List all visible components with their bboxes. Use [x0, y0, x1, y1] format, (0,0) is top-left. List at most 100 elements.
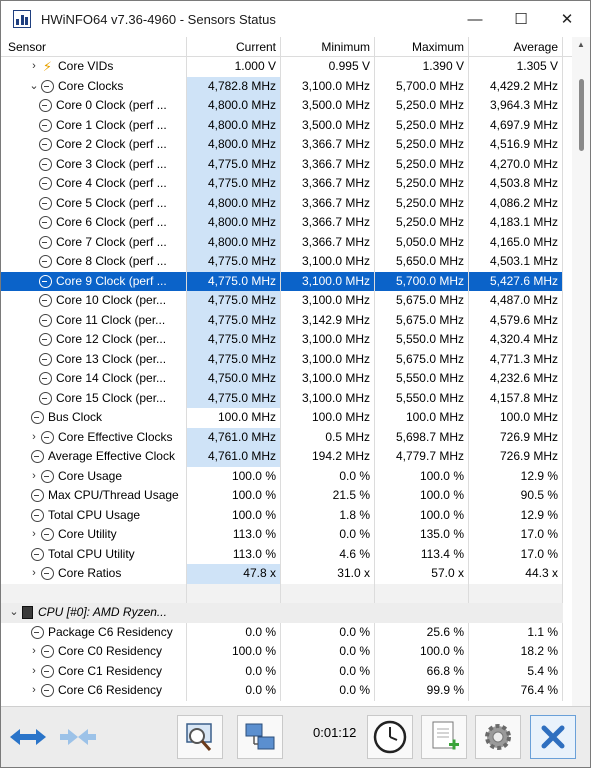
table-row[interactable]: Bus Clock 100.0 MHz 100.0 MHz 100.0 MHz 100.… — [1, 408, 572, 428]
table-row[interactable]: Core 15 Clock (per... 4,775.0 MHz 3,100.0 … — [1, 388, 572, 408]
scroll-up-icon[interactable]: ▲ — [572, 37, 590, 53]
maximum-value: 5,650.0 MHz — [375, 252, 469, 272]
table-row[interactable]: Total CPU Utility 113.0 % 4.6 % 113.4 % 17.0… — [1, 544, 572, 564]
table-row[interactable]: Average Effective Clock 4,761.0 MHz 194.2 … — [1, 447, 572, 467]
minimum-value: 3,100.0 MHz — [281, 349, 375, 369]
sensor-gauge-icon — [39, 313, 52, 327]
minimum-value: 0.995 V — [281, 57, 375, 77]
maximize-button[interactable]: ☐ — [498, 1, 544, 37]
sensor-gauge-icon — [39, 255, 52, 269]
sensor-gauge-icon — [31, 411, 44, 425]
vertical-scrollbar[interactable]: ▲ — [572, 37, 590, 706]
current-value: 100.0 % — [187, 486, 281, 506]
network-computers-icon — [245, 723, 275, 750]
table-row[interactable]: Core 1 Clock (perf ... 4,800.0 MHz 3,500.0… — [1, 115, 572, 135]
sensor-label: Package C6 Residency — [48, 624, 173, 639]
table-row[interactable]: › Core Ratios 47.8 x 31.0 x 57.0 x 44.3 x — [1, 564, 572, 584]
expand-chevron-icon[interactable]: › — [27, 467, 41, 487]
table-row[interactable]: › Core C0 Residency 100.0 % 0.0 % 100.0 % 18.… — [1, 642, 572, 662]
settings-button[interactable] — [475, 715, 521, 759]
sensor-label: Total CPU Usage — [48, 507, 141, 522]
minimum-value: 0.0 % — [281, 681, 375, 701]
header-minimum[interactable]: Minimum — [281, 37, 375, 57]
table-row[interactable]: › Core Utility 113.0 % 0.0 % 135.0 % 17.0 % — [1, 525, 572, 545]
add-log-button[interactable] — [421, 715, 467, 759]
table-row[interactable]: Core 4 Clock (perf ... 4,775.0 MHz 3,366.7… — [1, 174, 572, 194]
scroll-thumb[interactable] — [579, 79, 584, 151]
table-row[interactable]: Core 12 Clock (per... 4,775.0 MHz 3,100.0 … — [1, 330, 572, 350]
average-value: 4,697.9 MHz — [469, 115, 563, 135]
average-value: 12.9 % — [469, 466, 563, 486]
header-maximum[interactable]: Maximum — [375, 37, 469, 57]
current-value: 113.0 % — [187, 544, 281, 564]
sensor-name-cell: Core 9 Clock (perf ... — [1, 271, 187, 291]
maximum-value — [375, 603, 469, 623]
maximum-value: 5,675.0 MHz — [375, 349, 469, 369]
group-row[interactable]: ⌄ CPU [#0]: AMD Ryzen... — [1, 603, 572, 623]
expand-chevron-icon[interactable]: › — [27, 662, 41, 682]
table-row[interactable]: › Core Usage 100.0 % 0.0 % 100.0 % 12.9 % — [1, 466, 572, 487]
header-sensor[interactable]: Sensor — [1, 37, 187, 57]
close-window-button[interactable]: ✕ — [544, 1, 590, 37]
sensor-gauge-icon — [39, 196, 52, 210]
sensor-name-cell: › Core C0 Residency — [1, 642, 187, 662]
nav-arrows-icon[interactable] — [7, 715, 49, 759]
expand-chevron-icon[interactable]: › — [27, 564, 41, 584]
expand-chevron-icon[interactable]: › — [27, 525, 41, 545]
expand-chevron-icon[interactable]: › — [27, 642, 41, 662]
average-value: 726.9 MHz — [469, 447, 563, 467]
table-row[interactable]: Total CPU Usage 100.0 % 1.8 % 100.0 % 12.9 % — [1, 505, 572, 525]
table-row[interactable]: Core 3 Clock (perf ... 4,775.0 MHz 3,366.7… — [1, 154, 572, 174]
sensor-name-cell: Core 10 Clock (per... — [1, 291, 187, 311]
header-average[interactable]: Average — [469, 37, 563, 57]
minimum-value: 1.8 % — [281, 505, 375, 525]
table-row[interactable]: Core 14 Clock (per... 4,750.0 MHz 3,100.0 … — [1, 369, 572, 389]
maximum-value: 5,250.0 MHz — [375, 174, 469, 194]
sensor-gauge-icon — [39, 118, 52, 132]
collapse-arrows-icon[interactable] — [57, 715, 99, 759]
collapse-chevron-icon[interactable]: ⌄ — [7, 603, 21, 623]
table-row[interactable]: › Core C1 Residency 0.0 % 0.0 % 66.8 % 5.4 % — [1, 661, 572, 682]
table-row[interactable]: Core 5 Clock (perf ... 4,800.0 MHz 3,366.7… — [1, 193, 572, 213]
current-value: 0.0 % — [187, 681, 281, 701]
minimize-button[interactable]: — — [452, 1, 498, 37]
expand-chevron-icon[interactable]: › — [27, 428, 41, 448]
table-row[interactable]: Core 11 Clock (per... 4,775.0 MHz 3,142.9 … — [1, 310, 572, 330]
table-row[interactable]: Core 7 Clock (perf ... 4,800.0 MHz 3,366.7… — [1, 232, 572, 252]
table-row[interactable]: Package C6 Residency 0.0 % 0.0 % 25.6 % 1.1 … — [1, 622, 572, 642]
table-row[interactable]: Core 10 Clock (per... 4,775.0 MHz 3,100.0 … — [1, 291, 572, 311]
current-value: 4,800.0 MHz — [187, 135, 281, 155]
table-row[interactable]: Core 13 Clock (per... 4,775.0 MHz 3,100.0 … — [1, 349, 572, 369]
sensor-label: Core 10 Clock (per... — [56, 293, 167, 307]
maximum-value: 5,675.0 MHz — [375, 291, 469, 311]
expand-chevron-icon[interactable]: › — [27, 57, 41, 77]
close-sensors-button[interactable] — [530, 715, 576, 759]
network-button[interactable] — [237, 715, 283, 759]
table-row[interactable]: Core 2 Clock (perf ... 4,800.0 MHz 3,366.7… — [1, 135, 572, 155]
header-current[interactable]: Current — [187, 37, 281, 57]
sensor-name-cell: Core 4 Clock (perf ... — [1, 174, 187, 194]
sensor-monitor-button[interactable] — [177, 715, 223, 759]
minimum-value: 0.0 % — [281, 622, 375, 642]
current-value: 100.0 % — [187, 642, 281, 662]
minimum-value — [281, 603, 375, 623]
current-value: 4,775.0 MHz — [187, 271, 281, 291]
table-row[interactable]: Max CPU/Thread Usage 100.0 % 21.5 % 100.0 %… — [1, 486, 572, 506]
table-row[interactable]: Core 0 Clock (perf ... 4,800.0 MHz 3,500.0… — [1, 96, 572, 116]
table-row[interactable]: › Core Effective Clocks 4,761.0 MHz 0.5 MHz… — [1, 427, 572, 448]
table-row[interactable]: ⌄ Core Clocks 4,782.8 MHz 3,100.0 MHz 5,700.… — [1, 76, 572, 97]
table-row[interactable]: Core 9 Clock (perf ... 4,775.0 MHz 3,100.0… — [1, 271, 572, 291]
table-row[interactable]: › ⚡ Core VIDs 1.000 V 0.995 V 1.390 V 1.305 V — [1, 57, 572, 77]
table-row[interactable]: Core 6 Clock (perf ... 4,800.0 MHz 3,366.7… — [1, 213, 572, 233]
average-value — [469, 603, 563, 623]
average-value: 100.0 MHz — [469, 408, 563, 428]
sensor-gauge-icon — [31, 450, 44, 464]
expand-chevron-icon[interactable]: › — [27, 681, 41, 701]
current-value: 4,800.0 MHz — [187, 232, 281, 252]
maximum-value: 100.0 % — [375, 505, 469, 525]
table-row[interactable]: Core 8 Clock (perf ... 4,775.0 MHz 3,100.0… — [1, 252, 572, 272]
maximum-value: 5,698.7 MHz — [375, 427, 469, 447]
collapse-chevron-icon[interactable]: ⌄ — [27, 77, 41, 97]
reset-clock-button[interactable] — [367, 715, 413, 759]
table-row[interactable]: › Core C6 Residency 0.0 % 0.0 % 99.9 % 76.4 % — [1, 681, 572, 701]
